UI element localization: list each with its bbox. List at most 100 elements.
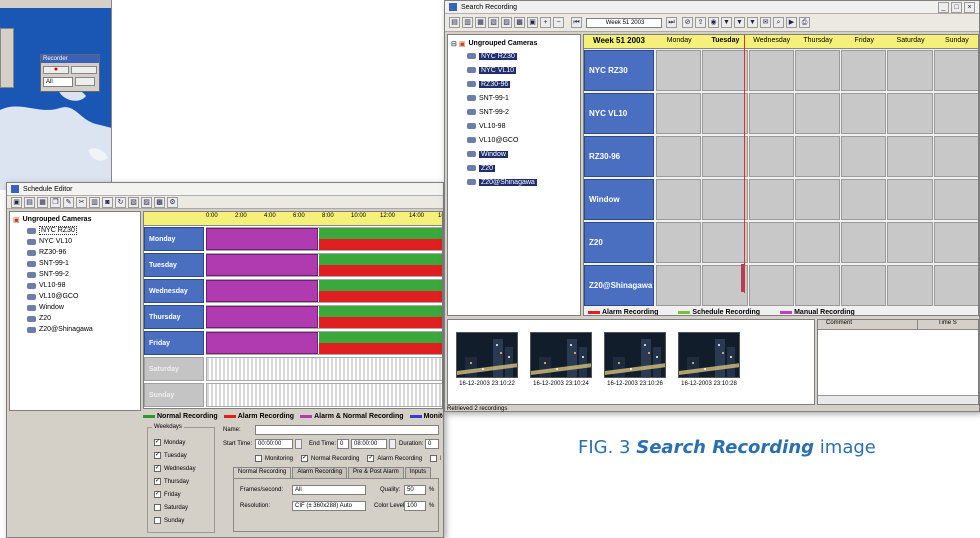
close-icon[interactable]: × [964, 1, 975, 13]
settings-icon[interactable]: ⚙ [167, 196, 178, 208]
grid4-icon[interactable]: ▩ [514, 17, 525, 28]
weekday-checkbox[interactable]: Sunday [154, 514, 214, 527]
day-column-header[interactable]: Saturday [887, 37, 933, 44]
record-button[interactable]: ● [43, 66, 69, 74]
print-icon[interactable]: ⎙ [799, 17, 810, 28]
schedule-cell[interactable] [656, 179, 702, 220]
schedule-cell[interactable] [887, 93, 933, 134]
view-detail-icon[interactable]: ▥ [462, 17, 473, 28]
schedule-cell[interactable] [656, 222, 702, 263]
save-icon[interactable]: ▦ [37, 196, 48, 208]
schedule-cell[interactable] [841, 93, 887, 134]
recording-checkbox[interactable]: ✓ Alarm Recording [367, 455, 422, 462]
schedule-cell[interactable] [656, 265, 702, 306]
quality-input[interactable]: 50 [404, 485, 426, 495]
normal-alarm-block[interactable] [206, 280, 318, 302]
time-column-header[interactable]: Time S [918, 320, 978, 329]
name-input[interactable] [255, 425, 439, 435]
tile-icon[interactable]: ▨ [141, 196, 152, 208]
grid-icon[interactable]: ▦ [475, 17, 486, 28]
filter-schedule-icon[interactable]: ▼ [734, 17, 745, 28]
grid3-icon[interactable]: ▨ [501, 17, 512, 28]
weekday-checkbox[interactable]: ✓ Tuesday [154, 449, 214, 462]
tree-item[interactable]: VL10-98 [27, 280, 137, 291]
schedule-cell[interactable] [702, 50, 748, 91]
tree-item[interactable]: Window [27, 302, 137, 313]
frames-select[interactable]: All [292, 485, 366, 495]
camera-row-header[interactable]: NYC VL10 [584, 93, 654, 134]
schedule-cell[interactable] [748, 136, 794, 177]
tree-item[interactable]: SNT-99-1 [27, 258, 137, 269]
camera-row-header[interactable]: RZ30-96 [584, 136, 654, 177]
tree-item[interactable]: RZ30-96 [27, 247, 137, 258]
normal-alarm-block[interactable] [206, 332, 318, 354]
schedule-cell[interactable] [933, 222, 978, 263]
view-list-icon[interactable]: ▤ [449, 17, 460, 28]
day-column-header[interactable]: Friday [841, 37, 887, 44]
search-tree-item[interactable]: RZ30-96 [467, 77, 577, 91]
day-header[interactable]: Thursday [144, 305, 204, 329]
search-tree-item[interactable]: VL10-98 [467, 119, 577, 133]
recorder-select[interactable]: All [43, 77, 73, 87]
camera-row-header[interactable]: NYC RZ30 [584, 50, 654, 91]
normal-block[interactable] [319, 332, 442, 343]
new-icon[interactable]: ▣ [11, 196, 22, 208]
resolution-select[interactable]: CIF (± 360x288) Auto [292, 501, 366, 511]
tab[interactable]: Alarm Recording [292, 467, 348, 478]
day-header[interactable]: Friday [144, 331, 204, 355]
schedule-cell[interactable] [933, 136, 978, 177]
zoom-out-icon[interactable]: − [553, 17, 564, 28]
tab[interactable]: Pre & Post Alarm [348, 467, 404, 478]
minimize-icon[interactable]: _ [938, 1, 949, 13]
group-icon[interactable]: ▧ [128, 196, 139, 208]
checkbox-icon[interactable]: ✓ [154, 465, 161, 472]
search-tree-item[interactable]: SNT-99-2 [467, 105, 577, 119]
tab[interactable]: Normal Recording [233, 467, 292, 478]
schedule-cell[interactable] [748, 179, 794, 220]
camera-row-header[interactable]: Z20 [584, 222, 654, 263]
alarm-block[interactable] [319, 265, 442, 276]
schedule-cell[interactable] [794, 222, 841, 263]
next-week-icon[interactable]: ⏭ [666, 17, 677, 28]
alarm-block[interactable] [319, 291, 442, 302]
alarm-icon[interactable]: ◉ [708, 17, 719, 28]
recording-thumbnail[interactable] [456, 332, 518, 378]
alarm-block[interactable] [319, 239, 442, 250]
cascade-icon[interactable]: ▩ [154, 196, 165, 208]
schedule-cell[interactable] [702, 179, 748, 220]
camera-row-header[interactable]: Window [584, 179, 654, 220]
first-week-icon[interactable]: ⏮ [571, 17, 582, 28]
weekday-checkbox[interactable]: ✓ Friday [154, 488, 214, 501]
search-tree-item[interactable]: Z20 [467, 161, 577, 175]
checkbox-icon[interactable]: ✓ [301, 455, 309, 462]
recording-thumbnail[interactable] [604, 332, 666, 378]
schedule-cell[interactable] [887, 179, 933, 220]
search-tree-item[interactable]: NYC VL10 [467, 63, 577, 77]
recording-checkbox[interactable]: Monitoring [255, 455, 293, 462]
day-column-header[interactable]: Tuesday [702, 37, 748, 44]
alarm-block[interactable] [319, 343, 442, 354]
week-input[interactable]: Week 51 2003 [586, 17, 662, 28]
search-tree-root[interactable]: ⊟ ▣ Ungrouped Cameras [451, 38, 577, 49]
cut-icon[interactable]: ✂ [76, 196, 87, 208]
tree-item[interactable]: VL10@GCO [27, 291, 137, 302]
tree-item[interactable]: Z20 [27, 313, 137, 324]
start-time-spinner[interactable] [295, 439, 302, 449]
day-track[interactable] [206, 383, 442, 407]
day-header[interactable]: Tuesday [144, 253, 204, 277]
tree-item[interactable]: NYC VL10 [27, 236, 137, 247]
schedule-cell[interactable] [841, 222, 887, 263]
day-header[interactable]: Monday [144, 227, 204, 251]
day-column-header[interactable]: Sunday [934, 37, 978, 44]
schedule-cell[interactable] [841, 50, 887, 91]
schedule-cell[interactable] [933, 265, 978, 306]
alarm-block[interactable] [319, 317, 442, 328]
day-header[interactable]: Wednesday [144, 279, 204, 303]
edit-icon[interactable]: ✎ [63, 196, 74, 208]
filter-manual-icon[interactable]: ▼ [747, 17, 758, 28]
schedule-cell[interactable] [887, 222, 933, 263]
recording-thumbnail[interactable] [530, 332, 592, 378]
schedule-cell[interactable] [794, 179, 841, 220]
normal-alarm-block[interactable] [206, 306, 318, 328]
normal-alarm-block[interactable] [206, 228, 318, 250]
